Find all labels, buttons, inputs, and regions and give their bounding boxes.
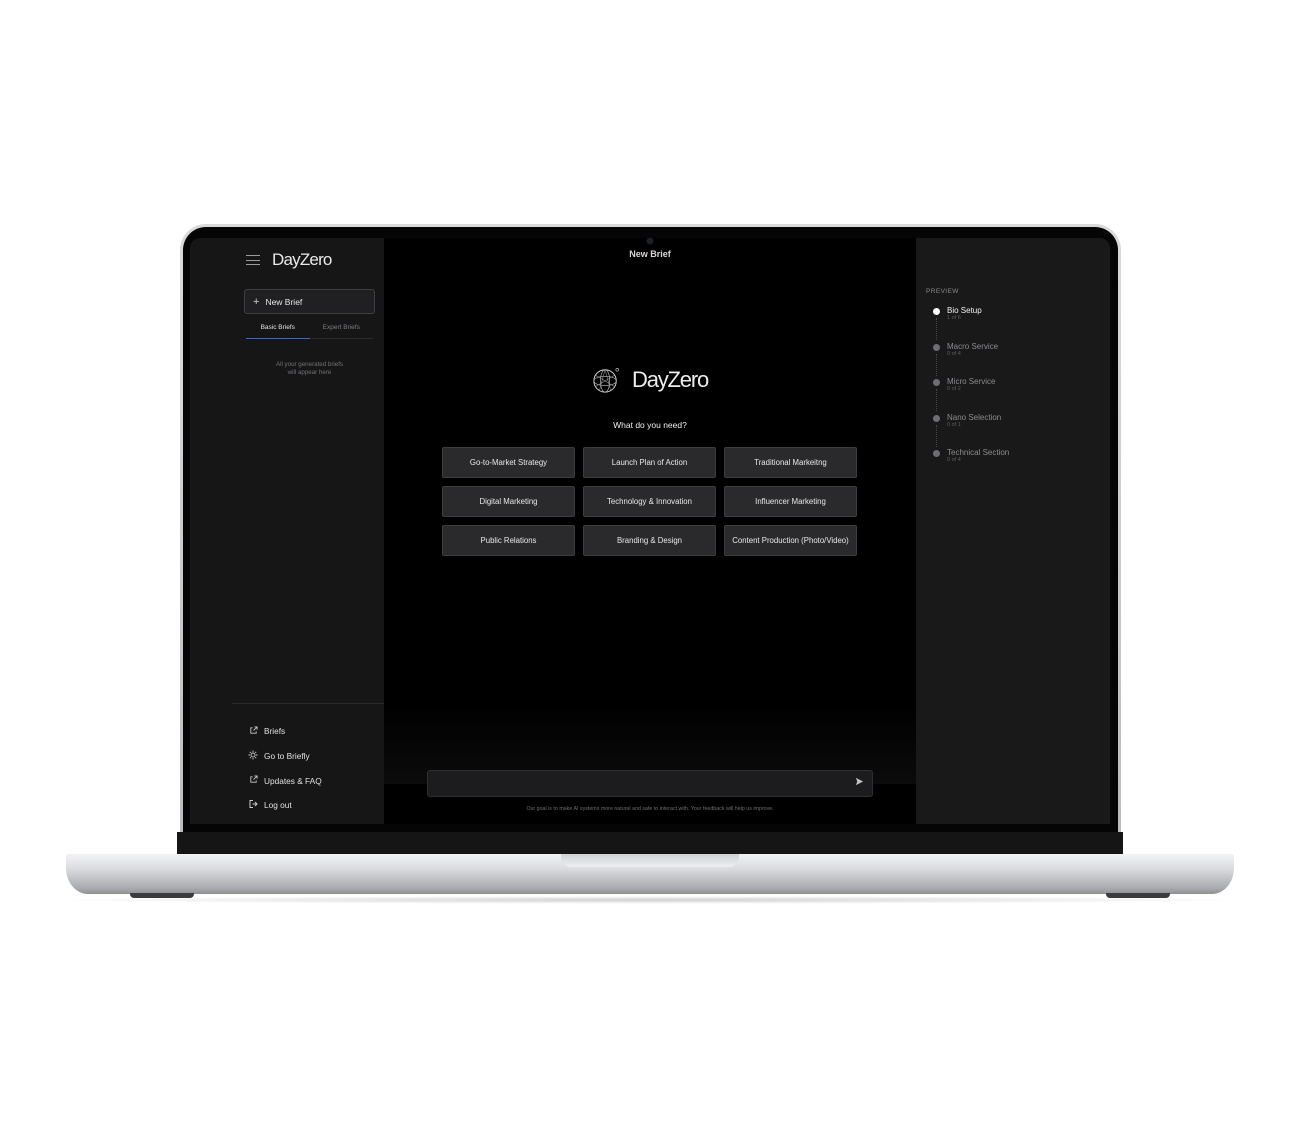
- sidebar: DayZero + New Brief Basic Briefs Expert …: [190, 238, 384, 824]
- empty-note-line2: will appear here: [287, 369, 332, 376]
- step-name: Macro Service: [947, 341, 999, 351]
- option-influencer-marketing[interactable]: Influencer Marketing: [724, 486, 857, 517]
- external-link-icon: [248, 775, 258, 786]
- sun-icon: [248, 750, 258, 762]
- empty-note-line1: All your generated briefs: [275, 361, 344, 368]
- laptop-hinge: [177, 832, 1123, 856]
- logout-icon: [248, 799, 258, 811]
- step-macro-service[interactable]: Macro Service 0 of 4: [933, 342, 1009, 378]
- step-name: Technical Section: [947, 448, 1010, 457]
- send-icon[interactable]: [855, 777, 864, 789]
- option-go-to-market-strategy[interactable]: Go-to-Market Strategy: [442, 447, 575, 478]
- step-name: Bio Setup: [947, 306, 982, 315]
- brand-row: DayZero: [246, 250, 332, 270]
- step-technical-section[interactable]: Technical Section 0 of 4: [933, 448, 1009, 484]
- plus-icon: +: [253, 295, 260, 308]
- step-connector: [936, 389, 937, 411]
- sidebar-footer-links: Briefs Go to Briefly Updates & FAQ Log o…: [248, 719, 322, 818]
- link-updates-faq-label: Updates & FAQ: [264, 775, 322, 786]
- link-briefs[interactable]: Briefs: [248, 719, 322, 744]
- link-log-out[interactable]: Log out: [248, 793, 322, 818]
- sidebar-divider: [232, 703, 384, 704]
- option-branding-design[interactable]: Branding & Design: [583, 525, 716, 556]
- link-log-out-label: Log out: [264, 800, 292, 811]
- step-micro-service[interactable]: Micro Service 0 of 2: [933, 377, 1009, 413]
- step-connector: [936, 424, 937, 447]
- step-count: 1 of 6: [947, 315, 961, 321]
- option-launch-plan-of-action[interactable]: Launch Plan of Action: [583, 447, 716, 478]
- preview-label: PREVIEW: [926, 288, 959, 295]
- logo-wordmark: DayZero: [632, 367, 709, 392]
- laptop-foot-left: [130, 893, 194, 898]
- hamburger-menu-icon[interactable]: [246, 255, 260, 265]
- step-name: Nano Selection: [947, 412, 1002, 422]
- app-screen: DayZero + New Brief Basic Briefs Expert …: [190, 238, 1110, 824]
- preview-steps: Bio Setup 1 of 6 Macro Service 0 of 4 Mi…: [933, 306, 1009, 484]
- external-link-icon: [248, 726, 258, 737]
- link-briefs-label: Briefs: [264, 726, 286, 737]
- step-dot-icon: [933, 414, 940, 422]
- step-count: 0 of 4: [947, 350, 961, 357]
- step-count: 0 of 1: [947, 421, 961, 428]
- step-dot-icon: [933, 308, 940, 315]
- main-panel: New Brief DayZero What do you need? Go-t…: [384, 238, 916, 824]
- link-go-to-briefly[interactable]: Go to Briefly: [248, 744, 322, 769]
- step-name: Micro Service: [947, 377, 996, 386]
- link-updates-faq[interactable]: Updates & FAQ: [248, 768, 322, 793]
- step-dot-icon: [933, 343, 940, 351]
- laptop-shadow: [40, 896, 1260, 904]
- new-brief-button[interactable]: + New Brief: [244, 289, 375, 314]
- step-connector: [936, 318, 937, 340]
- step-bio-setup[interactable]: Bio Setup 1 of 6: [933, 306, 1009, 342]
- option-content-production[interactable]: Content Production (Photo/Video): [724, 525, 857, 556]
- step-count: 0 of 4: [947, 457, 961, 463]
- option-technology-innovation[interactable]: Technology & Innovation: [583, 486, 716, 517]
- page-title: New Brief: [629, 249, 671, 259]
- step-count: 0 of 2: [947, 386, 961, 392]
- brief-options-grid: Go-to-Market Strategy Launch Plan of Act…: [442, 447, 858, 556]
- prompt-question: What do you need?: [613, 420, 687, 430]
- globe-logo-icon: [593, 368, 619, 393]
- option-digital-marketing[interactable]: Digital Marketing: [442, 486, 575, 517]
- brief-tabs: Basic Briefs Expert Briefs: [246, 322, 373, 339]
- laptop-base-notch: [561, 854, 739, 867]
- message-input[interactable]: [436, 775, 840, 795]
- new-brief-label: New Brief: [265, 296, 303, 307]
- tab-expert-briefs[interactable]: Expert Briefs: [310, 322, 374, 338]
- step-nano-selection[interactable]: Nano Selection 0 of 1: [933, 413, 1009, 449]
- message-input-bar: [427, 770, 873, 797]
- step-connector: [936, 353, 937, 376]
- tab-basic-briefs[interactable]: Basic Briefs: [246, 322, 310, 339]
- step-dot-icon: [933, 450, 940, 457]
- camera-icon: [647, 238, 653, 244]
- disclaimer-text: Our goal is to make AI systems more natu…: [526, 806, 774, 812]
- option-traditional-marketing[interactable]: Traditional Markeitng: [724, 447, 857, 478]
- brand-name: DayZero: [272, 250, 332, 269]
- center-logo: DayZero: [384, 366, 916, 394]
- option-public-relations[interactable]: Public Relations: [442, 525, 575, 556]
- preview-panel: PREVIEW Bio Setup 1 of 6 Macro Service 0…: [916, 238, 1110, 824]
- link-go-to-briefly-label: Go to Briefly: [264, 751, 310, 762]
- laptop-foot-right: [1106, 893, 1170, 898]
- step-dot-icon: [933, 379, 940, 386]
- empty-briefs-note: All your generated briefs will appear he…: [246, 361, 373, 377]
